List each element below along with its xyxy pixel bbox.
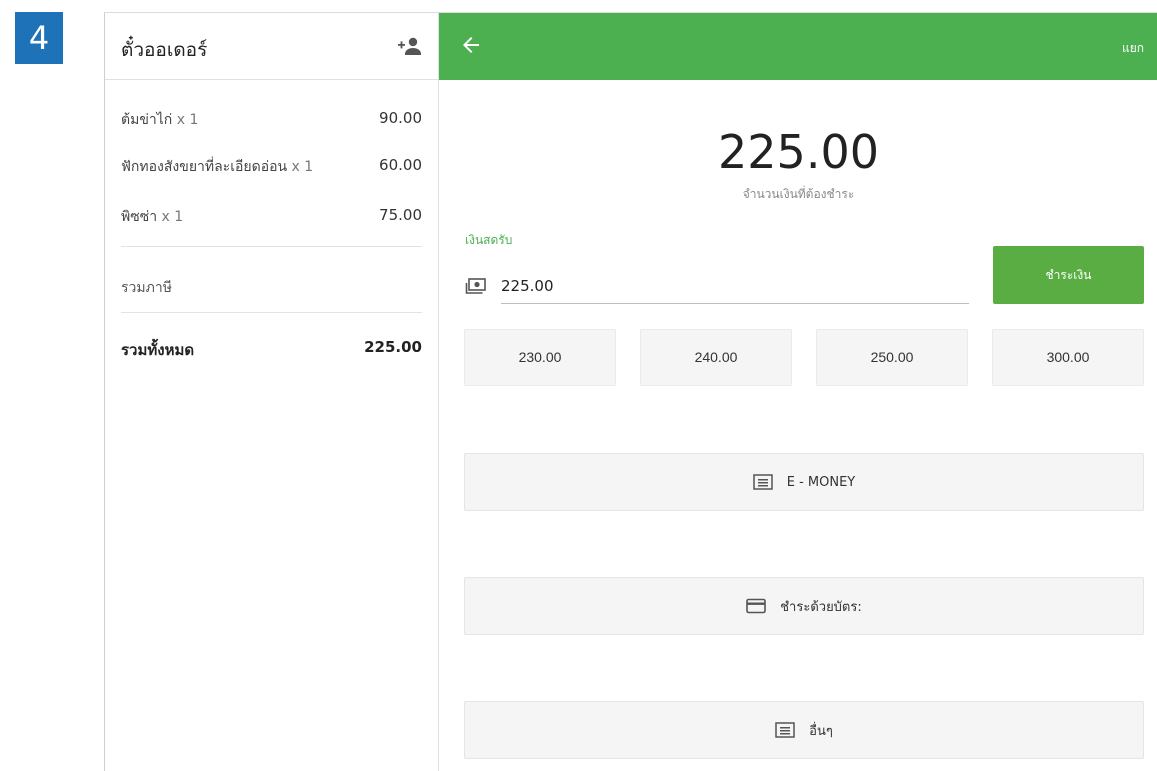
charge-button[interactable]: ชำระเงิน [993, 246, 1144, 304]
total-value: 225.00 [364, 338, 422, 356]
credit-card-icon [746, 598, 767, 614]
tax-label: รวมภาษี [121, 280, 172, 296]
add-customer-icon[interactable] [394, 33, 424, 61]
ticket-panel: ตั๋วออเดอร์ ต้มข่าไก่ x 1 90.00 ฟักทองสั… [105, 13, 439, 771]
item-name: ต้มข่าไก่ [121, 112, 173, 128]
ticket-line-item[interactable]: ฟักทองสังขยาที่ละเอียดอ่อน x 1 60.00 [121, 156, 422, 180]
total-row: รวมทั้งหมด 225.00 [121, 338, 422, 362]
item-qty: x 1 [161, 209, 184, 225]
item-qty: x 1 [291, 159, 314, 175]
cash-received-label: เงินสดรับ [465, 233, 513, 247]
item-price: 90.00 [379, 109, 422, 127]
item-name: ฟักทองสังขยาที่ละเอียดอ่อน [121, 159, 288, 175]
ticket-line-item[interactable]: ต้มข่าไก่ x 1 90.00 [121, 109, 422, 133]
ticket-line-item[interactable]: พิซซ่า x 1 75.00 [121, 206, 422, 230]
e-money-button[interactable]: E - MONEY [464, 453, 1144, 511]
method-label: อื่นๆ [809, 723, 833, 739]
cash-icon [465, 277, 487, 295]
ticket-header: ตั๋วออเดอร์ [105, 13, 438, 80]
quick-amount-button[interactable]: 250.00 [816, 329, 968, 386]
list-icon [775, 722, 795, 738]
pos-screen: ตั๋วออเดอร์ ต้มข่าไก่ x 1 90.00 ฟักทองสั… [104, 12, 1157, 771]
step-badge: 4 [15, 12, 63, 64]
other-payment-button[interactable]: อื่นๆ [464, 701, 1144, 759]
list-icon [753, 474, 773, 490]
item-price: 60.00 [379, 156, 422, 174]
total-label: รวมทั้งหมด [121, 341, 195, 359]
item-qty: x 1 [176, 112, 199, 128]
quick-amount-button[interactable]: 240.00 [640, 329, 792, 386]
quick-amount-button[interactable]: 300.00 [992, 329, 1144, 386]
method-label: ชำระด้วยบัตร: [780, 599, 862, 615]
method-label: E - MONEY [786, 474, 856, 490]
cash-received-input[interactable] [501, 268, 969, 304]
payment-panel: แยก 225.00 จำนวนเงินที่ต้องชำระ เงินสดรั… [439, 13, 1157, 771]
card-payment-button[interactable]: ชำระด้วยบัตร: [464, 577, 1144, 635]
ticket-title: ตั๋วออเดอร์ [121, 39, 208, 61]
divider [121, 312, 422, 313]
back-arrow-icon[interactable] [459, 33, 483, 57]
item-price: 75.00 [379, 206, 422, 224]
amount-due-caption: จำนวนเงินที่ต้องชำระ [742, 187, 855, 201]
quick-amount-button[interactable]: 230.00 [464, 329, 616, 386]
payment-header: แยก [439, 13, 1157, 80]
split-button[interactable]: แยก [1122, 39, 1144, 58]
item-name: พิซซ่า [121, 209, 158, 225]
amount-due: 225.00 [718, 125, 879, 179]
divider [121, 246, 422, 247]
